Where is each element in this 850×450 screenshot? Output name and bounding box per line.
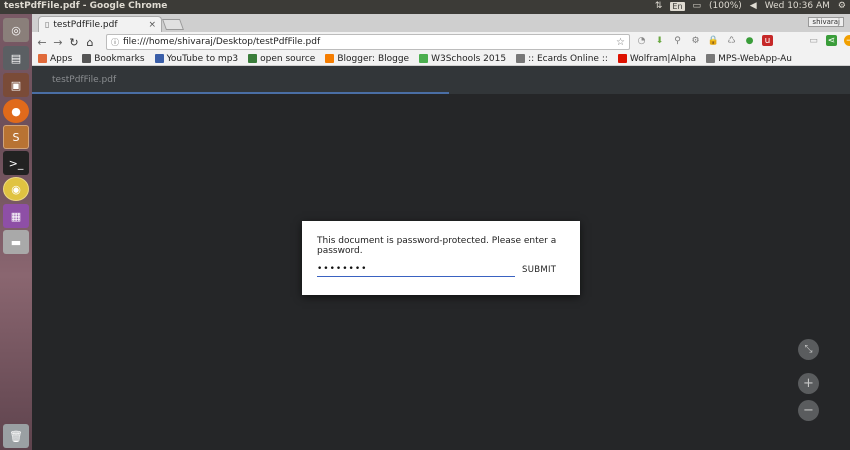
- dash-home-icon[interactable]: ◎: [3, 18, 29, 42]
- bookmark-item[interactable]: MPS-WebApp-Au: [706, 54, 792, 64]
- extension-gear-icon[interactable]: ⚙: [690, 35, 701, 46]
- evernote-icon[interactable]: ●: [744, 35, 755, 46]
- apps-grid-icon: [38, 54, 47, 63]
- bookmark-label: Bookmarks: [94, 53, 145, 64]
- password-prompt: This document is password-protected. Ple…: [317, 236, 557, 256]
- bookmark-item[interactable]: Bookmarks: [82, 53, 145, 64]
- tab-pdf[interactable]: ▯ testPdfFile.pdf ×: [38, 16, 162, 32]
- minus-icon: −: [803, 403, 814, 418]
- bookmark-label: open source: [260, 53, 316, 64]
- bookmark-item[interactable]: :: Ecards Online ::: [516, 54, 608, 64]
- bookmark-item[interactable]: YouTube to mp3: [154, 53, 239, 64]
- volume-icon[interactable]: ◀: [750, 1, 757, 11]
- gear-icon[interactable]: ⚙: [838, 1, 846, 11]
- page-icon: [706, 54, 716, 63]
- download-icon[interactable]: ⬇: [654, 35, 665, 46]
- user-profile-button[interactable]: shivaraj: [808, 17, 844, 27]
- w3schools-icon: [419, 54, 429, 63]
- tab-strip: ▯ testPdfFile.pdf × shivaraj: [32, 14, 850, 32]
- workspace-switcher-icon[interactable]: ▦: [3, 204, 29, 228]
- password-dialog: This document is password-protected. Ple…: [302, 221, 580, 295]
- bookmark-label: Blogger: Blogge: [337, 53, 410, 64]
- sublime-text-icon[interactable]: S: [3, 125, 29, 149]
- firefox-icon[interactable]: ●: [3, 99, 29, 123]
- extension-icons: ◔ ⬇ ⚲ ⚙ 🔒 ♺ ● u ▭ ⋖ −: [636, 35, 850, 46]
- new-tab-button[interactable]: [161, 19, 185, 30]
- extension-clock-icon[interactable]: ◔: [636, 35, 647, 46]
- clock[interactable]: Wed 10:36 AM: [765, 1, 830, 11]
- cast-icon[interactable]: ▭: [808, 35, 819, 46]
- bookmark-label: MPS-WebApp-Au: [718, 53, 792, 64]
- youtube-icon: [154, 54, 164, 63]
- fit-page-button[interactable]: ⤡: [798, 339, 819, 360]
- keyboard-layout[interactable]: En: [670, 1, 685, 11]
- wolfram-icon: [617, 54, 627, 63]
- chrome-window: ▯ testPdfFile.pdf × shivaraj ← → ↻ ⌂ ⓘ f…: [32, 14, 850, 450]
- recycle-icon[interactable]: ♺: [726, 35, 737, 46]
- window-title: testPdfFile.pdf - Google Chrome: [4, 1, 168, 11]
- share-icon[interactable]: ⋖: [826, 35, 837, 46]
- pdf-filename: testPdfFile.pdf: [52, 75, 117, 85]
- zoom-out-button[interactable]: −: [798, 400, 819, 421]
- bookmark-label: :: Ecards Online ::: [528, 53, 608, 64]
- close-icon[interactable]: ×: [148, 20, 156, 30]
- trash-icon[interactable]: 🗑: [3, 424, 29, 448]
- star-icon: [82, 54, 92, 63]
- top-system-bar: testPdfFile.pdf - Google Chrome ⇅ En ▭ (…: [0, 0, 850, 14]
- address-bar[interactable]: ⓘ file:///home/shivaraj/Desktop/testPdfF…: [106, 34, 630, 50]
- bookmark-label: Apps: [50, 53, 73, 64]
- fit-to-page-icon: ⤡: [804, 344, 813, 355]
- page-icon: [516, 54, 526, 63]
- bookmark-item[interactable]: Wolfram|Alpha: [617, 53, 697, 64]
- tab-title: testPdfFile.pdf: [53, 19, 118, 30]
- network-icon[interactable]: ⇅: [655, 1, 663, 11]
- battery-level: (100%): [709, 1, 742, 11]
- terminal-app-icon[interactable]: ▣: [3, 73, 29, 97]
- ublock-icon[interactable]: u: [762, 35, 773, 46]
- battery-icon[interactable]: ▭: [693, 1, 702, 11]
- drive-icon[interactable]: ▬: [3, 230, 29, 254]
- zoom-in-button[interactable]: +: [798, 373, 819, 394]
- pdf-viewer: This document is password-protected. Ple…: [32, 94, 850, 450]
- lock-icon[interactable]: 🔒: [708, 35, 719, 46]
- reload-icon[interactable]: ↻: [66, 36, 82, 49]
- pdf-toolbar: testPdfFile.pdf: [32, 66, 850, 94]
- info-icon[interactable]: ⓘ: [111, 37, 119, 48]
- home-icon[interactable]: ⌂: [82, 36, 98, 49]
- bookmark-item[interactable]: Apps: [38, 54, 72, 64]
- search-icon[interactable]: ⚲: [672, 35, 683, 46]
- bookmarks-bar: Apps Bookmarks YouTube to mp3 open source Bl…: [32, 52, 850, 66]
- system-monitor-icon[interactable]: ▤: [3, 46, 29, 70]
- plus-icon: +: [803, 376, 814, 391]
- bookmark-label: YouTube to mp3: [166, 53, 239, 64]
- forward-icon[interactable]: →: [50, 36, 66, 49]
- page-icon: ▯: [45, 20, 50, 29]
- password-input[interactable]: [317, 262, 515, 277]
- submit-button[interactable]: SUBMIT: [522, 265, 556, 275]
- chrome-icon[interactable]: ◉: [3, 177, 29, 201]
- bookmark-item[interactable]: W3Schools 2015: [419, 54, 506, 64]
- blogger-icon: [325, 54, 335, 63]
- bookmark-item[interactable]: open source: [248, 54, 315, 64]
- bookmark-item[interactable]: Blogger: Blogge: [325, 54, 409, 64]
- menu-icon[interactable]: −: [844, 35, 850, 46]
- bookmark-label: Wolfram|Alpha: [629, 53, 697, 64]
- url-text: file:///home/shivaraj/Desktop/testPdfFil…: [123, 37, 321, 47]
- bookmark-label: W3Schools 2015: [431, 53, 507, 64]
- back-icon[interactable]: ←: [34, 36, 50, 49]
- github-icon: [248, 54, 258, 63]
- toolbar: ← → ↻ ⌂ ⓘ file:///home/shivaraj/Desktop/…: [32, 32, 850, 52]
- bookmark-star-icon[interactable]: ☆: [616, 37, 625, 48]
- system-indicators: ⇅ En ▭ (100%) ◀ Wed 10:36 AM ⚙: [655, 1, 846, 11]
- terminal-icon[interactable]: >_: [3, 151, 29, 175]
- launcher: ◎ ▤ ▣ ● S >_ ◉ ▦ ▬ 🗑: [0, 14, 32, 450]
